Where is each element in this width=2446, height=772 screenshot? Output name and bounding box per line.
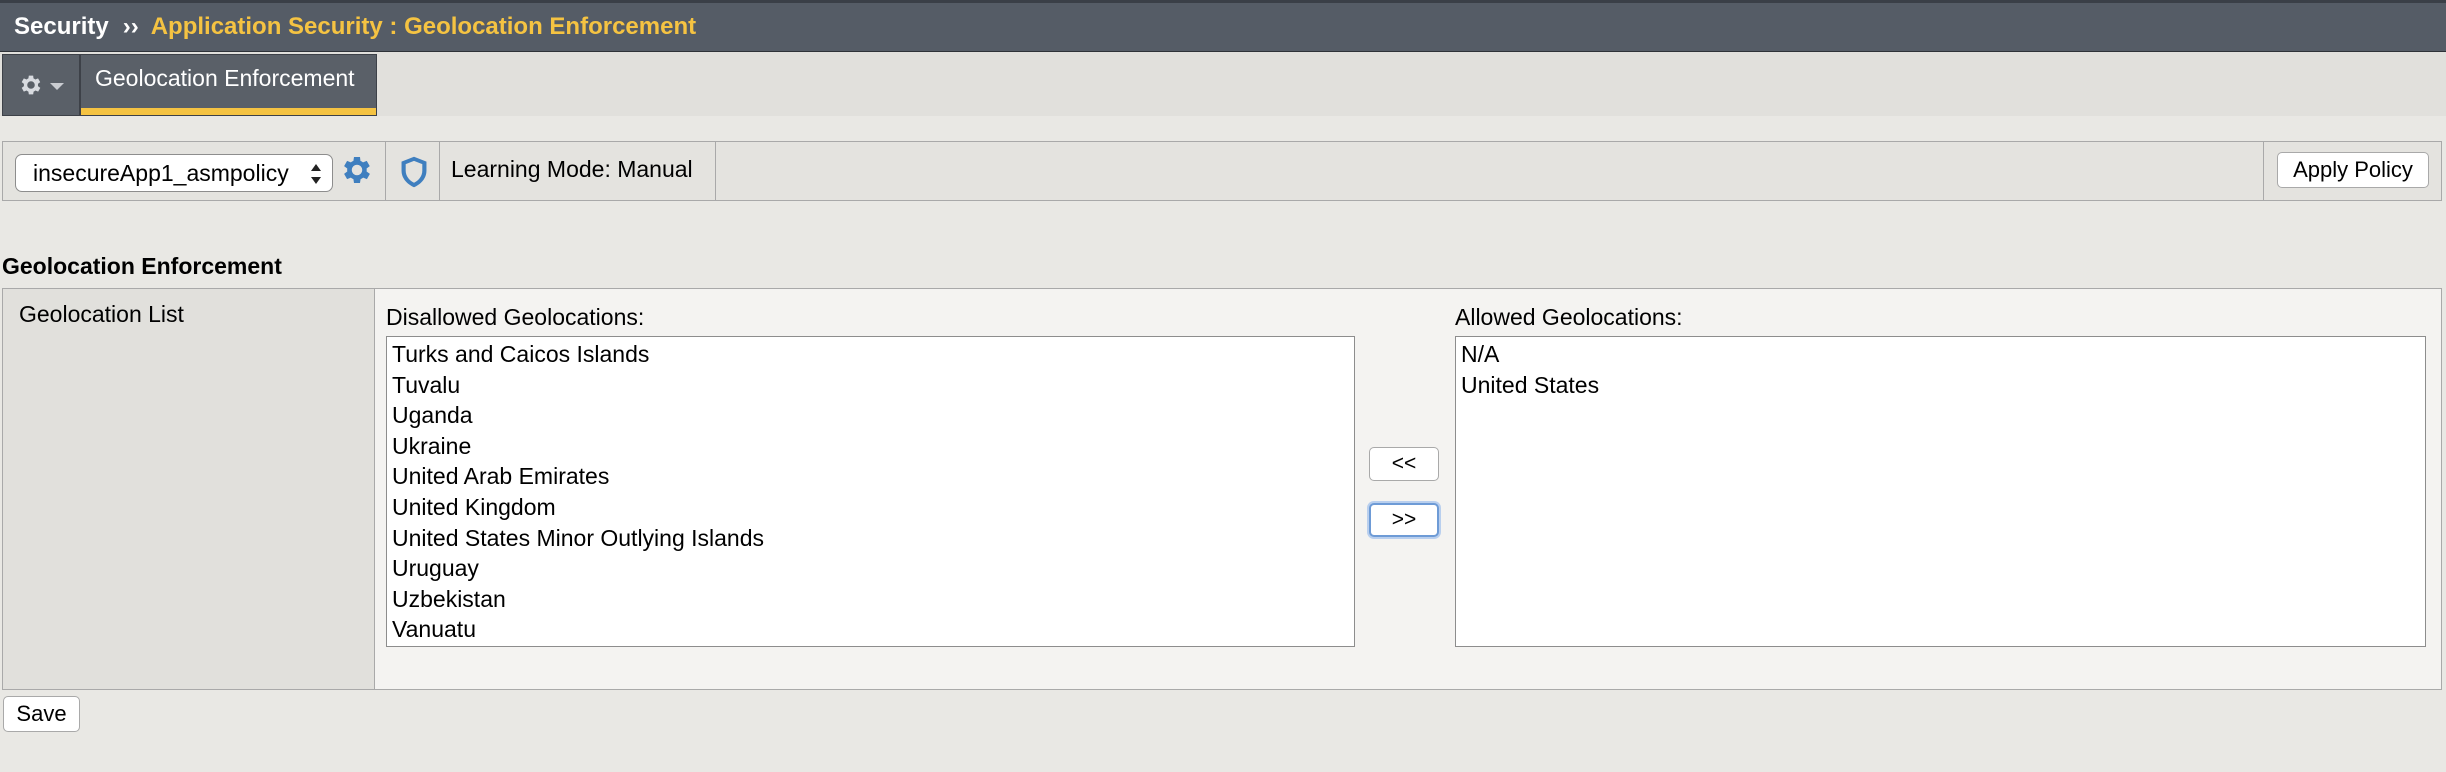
disallowed-geolocations-label: Disallowed Geolocations: bbox=[386, 304, 645, 330]
select-arrows-icon bbox=[311, 164, 321, 184]
toolbar-divider bbox=[385, 142, 386, 200]
list-option[interactable]: United Kingdom bbox=[392, 492, 1354, 523]
list-option[interactable]: Uganda bbox=[392, 400, 1354, 431]
gear-icon[interactable] bbox=[339, 152, 375, 188]
list-option[interactable]: United States Minor Outlying Islands bbox=[392, 523, 1354, 554]
list-option[interactable]: Vanuatu bbox=[392, 614, 1354, 645]
geolocation-form: Geolocation List Disallowed Geolocations… bbox=[2, 288, 2442, 690]
breadcrumb-security[interactable]: Security bbox=[14, 13, 109, 41]
toolbar-divider bbox=[439, 142, 440, 200]
list-option[interactable]: Uruguay bbox=[392, 553, 1354, 584]
toolbar-divider bbox=[715, 142, 716, 200]
chevron-down-icon bbox=[50, 83, 64, 90]
options-menu-button[interactable] bbox=[2, 54, 80, 116]
breadcrumb-current-page[interactable]: Application Security : Geolocation Enfor… bbox=[151, 13, 696, 41]
list-option[interactable]: Tuvalu bbox=[392, 370, 1354, 401]
section-title: Geolocation Enforcement bbox=[2, 253, 282, 279]
geolocation-list-label: Geolocation List bbox=[3, 289, 375, 689]
breadcrumb-separator: ›› bbox=[122, 13, 139, 40]
list-option[interactable]: United States bbox=[1461, 370, 2425, 401]
toolbar-divider bbox=[2263, 142, 2264, 200]
tab-geolocation-enforcement[interactable]: Geolocation Enforcement bbox=[80, 54, 377, 116]
allowed-geolocations-label: Allowed Geolocations: bbox=[1455, 304, 1683, 330]
move-to-disallowed-button[interactable]: << bbox=[1369, 447, 1439, 481]
policy-toolbar: insecureApp1_asmpolicy Learning Mode: Ma… bbox=[2, 141, 2442, 201]
list-option[interactable]: United Arab Emirates bbox=[392, 461, 1354, 492]
list-option[interactable]: Turks and Caicos Islands bbox=[392, 339, 1354, 370]
allowed-geolocations-list[interactable]: N/A United States bbox=[1455, 336, 2426, 647]
list-option[interactable]: Ukraine bbox=[392, 431, 1354, 462]
policy-select-value: insecureApp1_asmpolicy bbox=[33, 160, 289, 186]
policy-select[interactable]: insecureApp1_asmpolicy bbox=[15, 154, 333, 192]
disallowed-geolocations-list[interactable]: Turks and Caicos Islands Tuvalu Uganda Ukra… bbox=[386, 336, 1355, 647]
list-option[interactable]: N/A bbox=[1461, 339, 2425, 370]
tab-bar: Geolocation Enforcement bbox=[0, 52, 2446, 116]
move-to-allowed-button[interactable]: >> bbox=[1369, 503, 1439, 537]
list-option[interactable]: Uzbekistan bbox=[392, 584, 1354, 615]
gear-icon bbox=[21, 75, 41, 95]
apply-policy-button[interactable]: Apply Policy bbox=[2277, 152, 2429, 188]
save-button[interactable]: Save bbox=[3, 696, 80, 732]
shield-icon[interactable] bbox=[397, 154, 431, 190]
breadcrumb: Security ›› Application Security : Geolo… bbox=[0, 0, 2446, 52]
learning-mode-label: Learning Mode: Manual bbox=[451, 156, 693, 182]
